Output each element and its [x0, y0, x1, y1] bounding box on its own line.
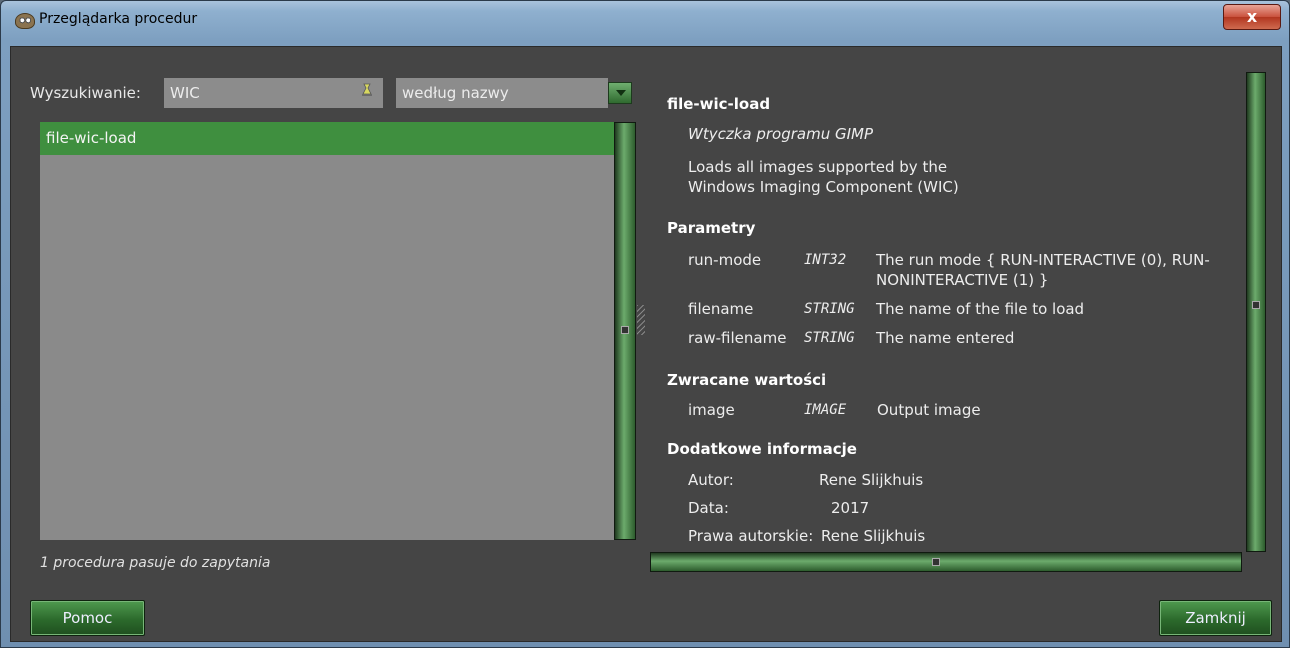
params-heading: Parametry	[667, 219, 756, 237]
param-name: filename	[688, 300, 754, 318]
copyright-value: Rene Slijkhuis	[821, 527, 926, 545]
list-scrollbar[interactable]	[614, 122, 636, 540]
chevron-down-icon[interactable]	[608, 82, 632, 104]
search-mode-combo[interactable]: według nazwy	[396, 78, 608, 108]
procedure-list[interactable]: file-wic-load	[40, 122, 614, 540]
return-type: IMAGE	[804, 402, 847, 418]
dialog-content: Wyszukiwanie: WIC według nazwy file-wic-…	[10, 46, 1282, 642]
blurb-line-2: Windows Imaging Component (WIC)	[688, 178, 959, 196]
param-desc: The name of the file to load	[876, 300, 1085, 318]
procedure-browser-window: Przeglądarka procedur x Wyszukiwanie: WI…	[0, 0, 1290, 648]
copyright-label: Prawa autorskie:	[688, 527, 814, 545]
scroll-thumb[interactable]	[1252, 301, 1260, 309]
param-name: run-mode	[688, 251, 762, 269]
status-text: 1 procedura pasuje do zapytania	[40, 555, 271, 571]
close-button[interactable]: Zamknij	[1159, 600, 1272, 636]
plugin-type: Wtyczka programu GIMP	[688, 125, 874, 143]
param-type: STRING	[804, 330, 855, 346]
procedure-name: file-wic-load	[667, 95, 771, 113]
extra-heading: Dodatkowe informacje	[667, 440, 857, 458]
param-desc: The run mode { RUN-INTERACTIVE (0), RUN-	[876, 251, 1210, 269]
scroll-thumb[interactable]	[621, 326, 629, 334]
scroll-thumb[interactable]	[932, 558, 940, 566]
pane-resize-handle[interactable]	[637, 305, 645, 335]
blurb-line-1: Loads all images supported by the	[688, 158, 948, 176]
detail-horizontal-scrollbar[interactable]	[650, 552, 1242, 572]
date-value: 2017	[831, 499, 870, 517]
param-type: STRING	[804, 301, 855, 317]
author-label: Autor:	[688, 471, 734, 489]
param-desc-cont: NONINTERACTIVE (1) }	[876, 271, 1049, 289]
returns-heading: Zwracane wartości	[667, 371, 827, 389]
date-label: Data:	[688, 499, 729, 517]
detail-vertical-scrollbar[interactable]	[1246, 72, 1266, 552]
return-desc: Output image	[877, 401, 981, 419]
param-type: INT32	[804, 252, 847, 268]
window-title: Przeglądarka procedur	[39, 11, 198, 27]
search-label: Wyszukiwanie:	[30, 84, 141, 102]
param-desc: The name entered	[876, 329, 1015, 347]
author-value: Rene Slijkhuis	[819, 471, 924, 489]
gimp-icon	[15, 13, 35, 29]
help-button[interactable]: Pomoc	[30, 600, 145, 636]
title-bar[interactable]: Przeglądarka procedur x	[1, 1, 1289, 41]
clear-icon[interactable]	[361, 83, 373, 97]
close-window-button[interactable]: x	[1223, 4, 1281, 30]
param-name: raw-filename	[688, 329, 787, 347]
search-input[interactable]: WIC	[164, 78, 383, 108]
list-item[interactable]: file-wic-load	[40, 122, 614, 155]
return-name: image	[688, 401, 735, 419]
